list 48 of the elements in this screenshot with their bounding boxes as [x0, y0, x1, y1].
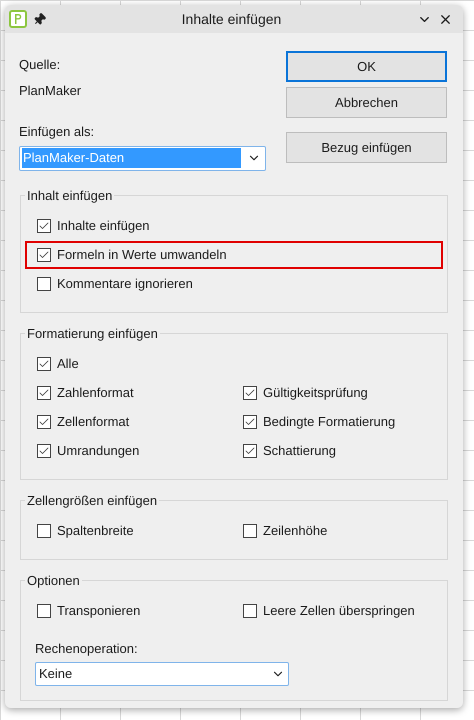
selected-value: PlanMaker-Daten — [22, 148, 241, 168]
dialog-button[interactable]: Bezug einfügen — [286, 132, 447, 163]
checkbox-label: Gültigkeitsprüfung — [263, 384, 368, 402]
source-value: PlanMaker — [19, 82, 82, 100]
checkbox-label: Schattierung — [263, 442, 336, 460]
dialog-button[interactable]: OK — [286, 51, 447, 82]
checkbox[interactable] — [37, 604, 51, 618]
checkmark-icon — [38, 220, 50, 232]
field-label: Rechenoperation: — [35, 640, 139, 658]
checkmark-icon — [244, 444, 256, 456]
checkbox-label: Spaltenbreite — [57, 522, 134, 540]
checkmark-icon — [38, 444, 50, 456]
checkmark-icon — [38, 358, 50, 370]
checkbox[interactable] — [37, 444, 51, 458]
checkmark-icon — [244, 386, 256, 398]
checkbox-label: Zahlenformat — [57, 384, 134, 402]
checkmark-icon — [38, 248, 50, 260]
checkbox-label: Zellenformat — [57, 412, 130, 431]
checkbox-label: Kommentare ignorieren — [57, 274, 193, 293]
checkbox[interactable] — [37, 414, 51, 428]
checkbox[interactable] — [37, 218, 51, 232]
checkbox[interactable] — [37, 386, 51, 400]
checkbox[interactable] — [37, 524, 51, 538]
checkbox[interactable] — [243, 444, 257, 458]
checkbox-label: Inhalte einfügen — [57, 216, 150, 235]
checkbox-label: Umrandungen — [57, 442, 140, 460]
checkbox-label: Zeilenhöhe — [263, 522, 328, 540]
checkbox[interactable] — [37, 356, 51, 370]
checkbox[interactable] — [243, 524, 257, 538]
operation-select[interactable]: Keine — [35, 662, 289, 686]
checkbox-label: Transponieren — [57, 602, 140, 620]
checkbox-label: Bedingte Formatierung — [263, 412, 396, 431]
window-title: Inhalte einfügen — [180, 10, 282, 29]
checkmark-icon — [38, 386, 50, 398]
checkbox[interactable] — [243, 604, 257, 618]
checkbox[interactable] — [243, 386, 257, 400]
checkbox[interactable] — [37, 276, 51, 290]
checkbox[interactable] — [37, 248, 51, 262]
checkmark-icon — [38, 416, 50, 428]
checkbox-label: Leere Zellen überspringen — [263, 602, 415, 620]
field-label: Einfügen als: — [19, 123, 96, 141]
dialog-button[interactable]: Abbrechen — [286, 87, 447, 118]
source-label: Quelle: — [19, 56, 62, 74]
app-logo-icon — [9, 10, 27, 28]
checkbox-label: Formeln in Werte umwandeln — [57, 246, 227, 264]
checkbox[interactable] — [243, 414, 257, 428]
checkbox-label: Alle — [57, 354, 79, 373]
checkmark-icon — [244, 416, 256, 428]
